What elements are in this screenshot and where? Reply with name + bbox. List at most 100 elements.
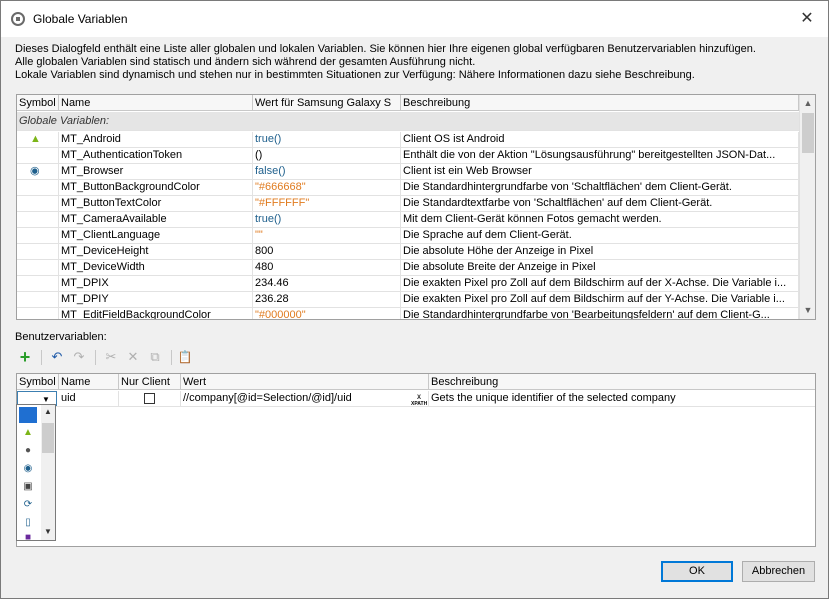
copy-button[interactable]: ⧉: [145, 347, 165, 367]
col-header-value[interactable]: Wert für Samsung Galaxy S: [253, 95, 401, 111]
apple-icon[interactable]: ●: [19, 443, 37, 459]
symbol-cell: [17, 180, 59, 196]
symbol-cell: ▲: [17, 132, 59, 148]
user-var-name[interactable]: uid: [59, 391, 119, 407]
tablet-icon[interactable]: ▯: [19, 515, 37, 531]
col-header-description[interactable]: Beschreibung: [429, 374, 815, 390]
xpath-icon[interactable]: X XPATH: [411, 395, 427, 407]
user-variables-label: Benutzervariablen:: [15, 331, 107, 343]
variable-value: "#000000": [253, 308, 401, 319]
global-variable-row[interactable]: MT_DeviceWidth 480 Die absolute Breite der…: [17, 260, 799, 276]
variable-description: Die Sprache auf dem Client-Gerät.: [401, 228, 799, 244]
dropdown-scrollbar[interactable]: ▲ ▼: [41, 405, 55, 540]
global-variable-row[interactable]: ▲ MT_Android true() Client OS ist Android: [17, 132, 799, 148]
toolbar-separator: [41, 350, 42, 365]
paste-button[interactable]: 📋: [175, 347, 195, 367]
windows-phone-icon[interactable]: ▣: [19, 479, 37, 495]
global-variable-row[interactable]: MT_ClientLanguage "" Die Sprache auf dem C…: [17, 228, 799, 244]
variable-value: false(): [253, 164, 401, 180]
variable-description: Client OS ist Android: [401, 132, 799, 148]
windows-icon[interactable]: ■: [19, 530, 37, 540]
scroll-up-icon[interactable]: ▲: [800, 95, 815, 112]
variable-description: Die exakten Pixel pro Zoll auf dem Bilds…: [401, 276, 799, 292]
global-variable-row[interactable]: MT_EditFieldBackgroundColor "#000000" Die …: [17, 308, 799, 319]
col-header-name[interactable]: Name: [59, 95, 253, 111]
symbol-cell: [17, 148, 59, 164]
scroll-up-icon[interactable]: ▲: [41, 407, 55, 416]
add-variable-button[interactable]: +: [15, 347, 35, 367]
description-line-2: Alle globalen Variablen sind statisch un…: [15, 56, 476, 68]
symbol-cell: [17, 196, 59, 212]
global-variables-table: Symbol Name Wert für Samsung Galaxy S Be…: [16, 94, 816, 320]
cancel-button[interactable]: Abbrechen: [742, 561, 815, 582]
variable-name: MT_Android: [59, 132, 253, 148]
variable-description: Die absolute Breite der Anzeige in Pixel: [401, 260, 799, 276]
variable-description: Die Standardhintergrundfarbe von 'Bearbe…: [401, 308, 799, 319]
app-icon: [11, 12, 25, 26]
col-header-description[interactable]: Beschreibung: [401, 95, 799, 111]
variable-name: MT_Browser: [59, 164, 253, 180]
variable-description: Die Standardhintergrundfarbe von 'Schalt…: [401, 180, 799, 196]
variable-value: "#666668": [253, 180, 401, 196]
variable-value: 480: [253, 260, 401, 276]
variable-name: MT_ClientLanguage: [59, 228, 253, 244]
client-only-cell[interactable]: [119, 391, 181, 407]
variable-name: MT_DeviceWidth: [59, 260, 253, 276]
web-icon[interactable]: ◉: [19, 461, 37, 477]
close-button[interactable]: ✕: [794, 7, 820, 31]
scroll-thumb[interactable]: [42, 423, 54, 453]
global-table-header: Symbol Name Wert für Samsung Galaxy S Be…: [17, 95, 799, 111]
user-var-value[interactable]: //company[@id=Selection/@id]/uid: [181, 391, 409, 407]
variable-value: true(): [253, 132, 401, 148]
variable-description: Enthält die von der Aktion "Lösungsausfü…: [401, 148, 799, 164]
variable-description: Die absolute Höhe der Anzeige in Pixel: [401, 244, 799, 260]
global-variable-row[interactable]: MT_DPIY 236.28 Die exakten Pixel pro Zoll …: [17, 292, 799, 308]
cut-button[interactable]: ✂: [101, 347, 121, 367]
global-variable-row[interactable]: MT_ButtonTextColor "#FFFFFF" Die Standardt…: [17, 196, 799, 212]
variable-description: Die Standardtextfarbe von 'Schaltflächen…: [401, 196, 799, 212]
web-icon: ◉: [30, 165, 40, 177]
scroll-down-icon[interactable]: ▼: [41, 527, 55, 536]
global-variable-row[interactable]: MT_CameraAvailable true() Mit dem Client-G…: [17, 212, 799, 228]
variable-name: MT_EditFieldBackgroundColor: [59, 308, 253, 319]
col-header-name[interactable]: Name: [59, 374, 119, 390]
user-variable-row[interactable]: ▼ uid //company[@id=Selection/@id]/uid X…: [17, 391, 815, 407]
android-icon[interactable]: ▲: [19, 425, 37, 441]
col-header-client-only[interactable]: Nur Client: [119, 374, 181, 390]
dropdown-item-blank[interactable]: [19, 407, 37, 423]
client-only-checkbox[interactable]: [144, 393, 155, 404]
col-header-symbol[interactable]: Symbol: [17, 374, 59, 390]
user-variables-table: Symbol Name Nur Client Wert Beschreibung…: [16, 373, 816, 547]
dialog-window: Globale Variablen ✕ Dieses Dialogfeld en…: [0, 0, 829, 599]
scroll-down-icon[interactable]: ▼: [800, 302, 815, 319]
global-variable-row[interactable]: MT_ButtonBackgroundColor "#666668" Die Sta…: [17, 180, 799, 196]
global-variable-row[interactable]: MT_AuthenticationToken() Enthält die von …: [17, 148, 799, 164]
undo-button[interactable]: ↶: [47, 347, 67, 367]
symbol-cell: [17, 292, 59, 308]
scroll-thumb[interactable]: [802, 113, 814, 153]
variable-description: Die exakten Pixel pro Zoll auf dem Bilds…: [401, 292, 799, 308]
redo-button[interactable]: ↷: [69, 347, 89, 367]
col-header-value[interactable]: Wert: [181, 374, 429, 390]
variable-value: 236.28: [253, 292, 401, 308]
ok-button[interactable]: OK: [661, 561, 733, 582]
symbol-cell: [17, 308, 59, 319]
symbol-cell: [17, 228, 59, 244]
toolbar-separator: [171, 350, 172, 365]
global-variable-row[interactable]: MT_DeviceHeight 800 Die absolute Höhe der …: [17, 244, 799, 260]
variable-description: Client ist ein Web Browser: [401, 164, 799, 180]
global-variable-row[interactable]: ◉ MT_Browser false() Client ist ein Web Bro…: [17, 164, 799, 180]
description-line-1: Dieses Dialogfeld enthält eine Liste all…: [15, 43, 756, 55]
variable-name: MT_CameraAvailable: [59, 212, 253, 228]
variable-name: MT_DeviceHeight: [59, 244, 253, 260]
global-variable-row[interactable]: MT_DPIX 234.46 Die exakten Pixel pro Zoll …: [17, 276, 799, 292]
global-table-scrollbar[interactable]: ▲ ▼: [799, 95, 815, 319]
xpath-edit-cell[interactable]: X XPATH: [409, 391, 429, 407]
variable-name: MT_ButtonBackgroundColor: [59, 180, 253, 196]
dialog-title: Globale Variablen: [33, 12, 128, 26]
group-label: Globale Variablen:: [19, 115, 110, 127]
user-var-description[interactable]: Gets the unique identifier of the select…: [429, 391, 815, 407]
col-header-symbol[interactable]: Symbol: [17, 95, 59, 111]
delete-button[interactable]: ✕: [123, 347, 143, 367]
rotate-icon[interactable]: ⟳: [19, 497, 37, 513]
